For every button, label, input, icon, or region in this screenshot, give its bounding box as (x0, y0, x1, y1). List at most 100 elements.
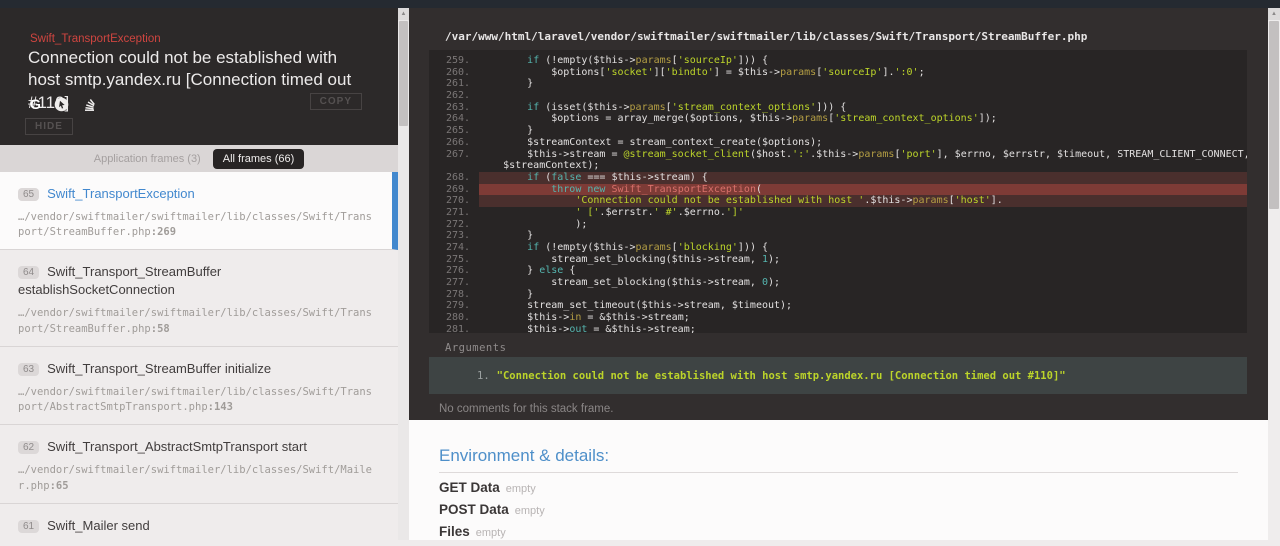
line-code: ' ['.$errstr.' #'.$errno.']' (575, 206, 744, 218)
frame-title: Swift_Transport_AbstractSmtpTransport st… (47, 439, 307, 455)
code-line: 268. if (false === $this->stream) { (429, 171, 1247, 184)
line-number: 263. (446, 101, 471, 113)
detail-row: POST Data empty (439, 502, 1238, 524)
line-number: 281. (446, 323, 471, 333)
stackoverflow-icon[interactable] (82, 97, 97, 112)
line-code: 'Connection could not be established wit… (479, 195, 1247, 207)
line-number: 271. (446, 206, 471, 218)
left-scrollbar[interactable]: ▲ (398, 8, 409, 540)
line-code: stream_set_timeout($this->stream, $timeo… (479, 300, 793, 312)
detail-row: GET Data empty (439, 480, 1238, 502)
stack-frame-item[interactable]: 65 Swift_TransportException …/vendor/swift… (0, 172, 398, 251)
line-code: if (false === $this->stream) { (479, 171, 1247, 184)
pointer-circle-icon[interactable] (54, 97, 69, 112)
detail-value: empty (514, 505, 545, 517)
code-block: 259. if (!empty($this->params['sourceIp'… (429, 50, 1247, 333)
line-code: $streamContext); (479, 160, 600, 172)
frame-number-badge: 65 (18, 188, 40, 201)
line-number: 278. (446, 288, 471, 300)
code-line: 260. $options['socket']['bindto'] = $thi… (429, 67, 1247, 79)
stack-frame-item[interactable]: 64 Swift_Transport_StreamBuffer establish… (0, 250, 398, 347)
file-path[interactable]: /var/www/html/laravel/vendor/swiftmailer… (445, 30, 1087, 43)
line-code: $this->out = &$this->stream; (479, 323, 696, 333)
frame-number-badge: 62 (18, 441, 40, 455)
frame-file-path: …/vendor/swiftmailer/swiftmailer/lib/cla… (18, 307, 373, 335)
detail-value: empty (475, 527, 506, 539)
tab-application-frames[interactable]: Application frames (3) (94, 153, 201, 165)
detail-label: POST Data (439, 502, 509, 517)
code-line: 281. $this->out = &$this->stream; (429, 324, 1247, 333)
code-line: 262. (429, 90, 1247, 102)
code-line: 279. stream_set_timeout($this->stream, $… (429, 300, 1247, 312)
line-code: $options = array_merge($options, $this->… (479, 113, 997, 125)
frame-number-badge: 63 (18, 362, 40, 376)
line-code: $this->in = &$this->stream; (479, 312, 690, 324)
line-number: 266. (446, 136, 471, 148)
stack-frame-item[interactable]: 63 Swift_Transport_StreamBuffer initializ… (0, 346, 398, 426)
copy-button[interactable]: COPY (309, 93, 362, 110)
code-line: 277. stream_set_blocking($this->stream, … (429, 277, 1247, 289)
code-line: 273. } (429, 230, 1247, 242)
line-number: 265. (446, 125, 471, 137)
google-search-icon[interactable]: G (30, 97, 41, 112)
tab-all-frames[interactable]: All frames (66) (212, 148, 305, 169)
environment-heading: Environment & details: (439, 446, 610, 465)
detail-row: Files empty (439, 524, 1238, 546)
line-number: 264. (446, 113, 471, 125)
frame-title: Swift_Transport_StreamBuffer initialize (47, 360, 272, 376)
frame-header: 63 Swift_Transport_StreamBuffer initializ… (18, 360, 378, 378)
frame-header: 61 Swift_Mailer send (18, 517, 378, 535)
code-panel: /var/www/html/laravel/vendor/swiftmailer… (409, 8, 1268, 420)
right-scrollbar-thumb[interactable] (1269, 21, 1279, 209)
frame-number-badge: 64 (18, 266, 40, 280)
stack-frame-item[interactable]: 61Swift_Mailer send…/vendor/laravel/fram… (0, 503, 398, 540)
line-number: 259. (446, 55, 471, 66)
line-number: 273. (446, 230, 471, 242)
scroll-up-icon[interactable]: ▲ (398, 8, 409, 20)
line-code: } else { (479, 265, 576, 277)
line-number: 279. (446, 300, 471, 312)
divider (439, 472, 1238, 473)
line-code: $streamContext = stream_context_create($… (479, 136, 823, 148)
line-number: 260. (446, 66, 471, 78)
line-number: 277. (446, 277, 471, 289)
environment-detail-rows: GET Data empty POST Data empty Files empty (439, 480, 1238, 546)
right-scrollbar[interactable]: ▲ (1268, 8, 1280, 540)
line-number: 274. (446, 242, 471, 253)
frame-header: 65 Swift_TransportException (18, 185, 372, 203)
code-line: 272. ); (429, 219, 1247, 231)
left-panel: Swift_TransportException Connection coul… (0, 8, 409, 540)
top-bar (0, 0, 1280, 8)
line-number: 262. (446, 90, 471, 102)
code-line: 263. if (isset($this->params['stream_con… (429, 102, 1247, 114)
code-line: $streamContext); (429, 160, 1247, 172)
hide-button[interactable]: HIDE (25, 118, 73, 135)
line-code: throw new Swift_TransportException( (479, 183, 1247, 196)
frame-title: Swift_TransportException (47, 186, 195, 201)
line-number: 270. (446, 195, 471, 207)
right-panel: /var/www/html/laravel/vendor/swiftmailer… (409, 8, 1268, 540)
line-number: 272. (446, 218, 471, 230)
environment-details-section: Environment & details: GET Data empty POST… (409, 420, 1268, 540)
left-scrollbar-thumb[interactable] (399, 21, 408, 126)
line-number: 261. (446, 78, 471, 90)
line-number: 267. (446, 148, 471, 160)
code-line: 265. } (429, 125, 1247, 137)
frame-header: 62 Swift_Transport_AbstractSmtpTransport … (18, 438, 378, 456)
stack-frame-item[interactable]: 62 Swift_Transport_AbstractSmtpTransport … (0, 425, 398, 504)
exception-header: Swift_TransportException Connection coul… (0, 8, 398, 145)
scroll-up-icon[interactable]: ▲ (1268, 8, 1280, 20)
code-line: 259. if (!empty($this->params['sourceIp'… (429, 55, 1247, 67)
frame-file-path: …/vendor/swiftmailer/swiftmailer/lib/cla… (18, 464, 373, 492)
arguments-label: Arguments (445, 342, 507, 354)
line-number: 276. (446, 265, 471, 277)
arguments-box: 1. "Connection could not be established w… (429, 357, 1247, 394)
code-line: 269. throw new Swift_TransportException( (429, 183, 1247, 196)
code-line: 274. if (!empty($this->params['blocking'… (429, 242, 1247, 254)
code-line: 276. } else { (429, 265, 1247, 277)
frame-title: Swift_Transport_StreamBuffer establishSo… (18, 264, 222, 298)
line-number: 280. (446, 312, 471, 324)
line-code: if (!empty($this->params['blocking'])) { (527, 242, 769, 253)
argument-item: 1. "Connection could not be established w… (477, 369, 1066, 382)
